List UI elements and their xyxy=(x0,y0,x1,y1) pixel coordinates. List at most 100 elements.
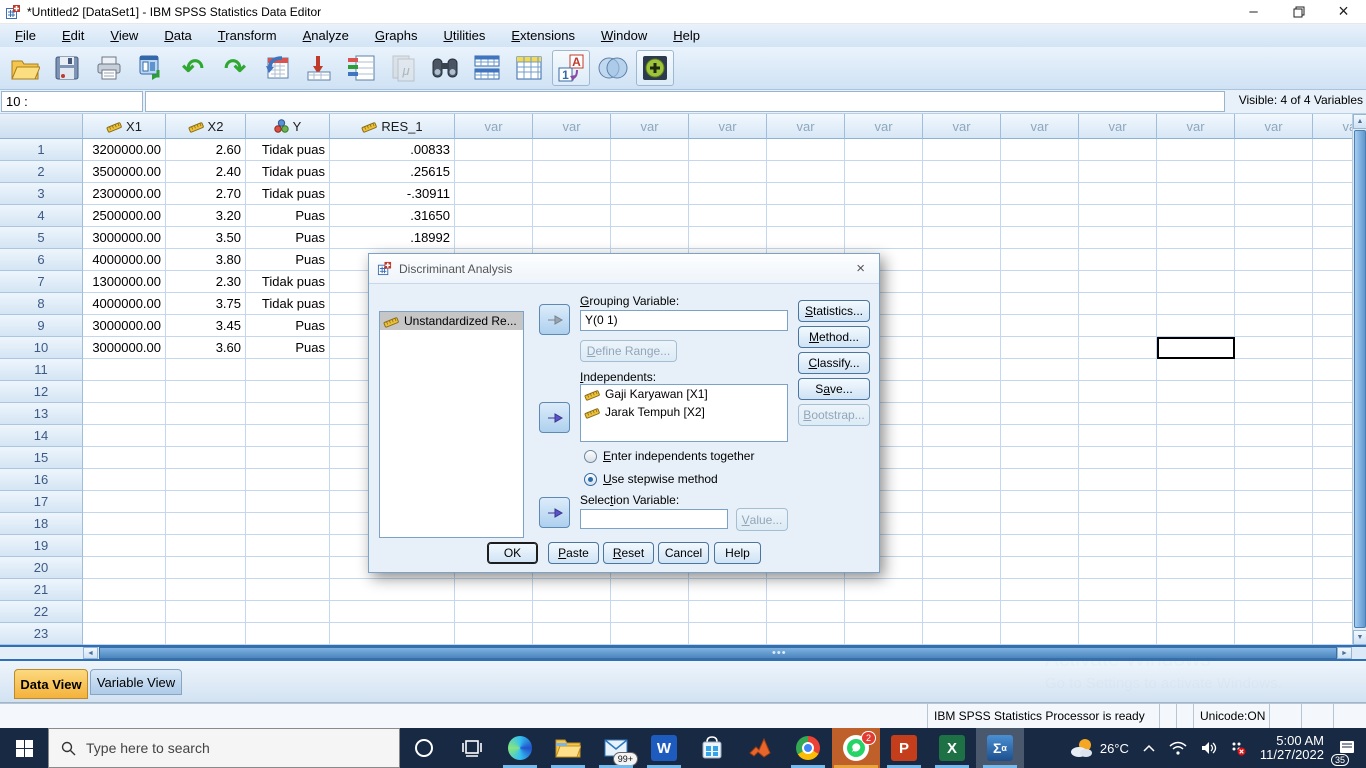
paste-button[interactable]: Paste xyxy=(548,542,599,564)
cell[interactable] xyxy=(1001,403,1079,425)
cell[interactable] xyxy=(246,403,330,425)
independents-list[interactable]: Gaji Karyawan [X1]Jarak Tempuh [X2] xyxy=(580,384,788,442)
cell[interactable] xyxy=(83,425,166,447)
cell[interactable] xyxy=(533,227,611,249)
cell[interactable] xyxy=(83,381,166,403)
cell[interactable] xyxy=(166,601,246,623)
cell[interactable]: .00833 xyxy=(330,139,455,161)
clock[interactable]: 5:00 AM11/27/2022 xyxy=(1253,728,1331,768)
cell[interactable] xyxy=(1079,403,1157,425)
cell[interactable] xyxy=(1079,205,1157,227)
cell[interactable] xyxy=(1157,425,1235,447)
cell[interactable] xyxy=(246,359,330,381)
menu-graphs[interactable]: Graphs xyxy=(362,26,431,45)
cell[interactable] xyxy=(1001,183,1079,205)
cell[interactable] xyxy=(689,139,767,161)
cell[interactable] xyxy=(1235,513,1313,535)
cell[interactable] xyxy=(1235,227,1313,249)
cell[interactable] xyxy=(1001,293,1079,315)
cell[interactable]: 1300000.00 xyxy=(83,271,166,293)
cell[interactable] xyxy=(767,205,845,227)
cell[interactable] xyxy=(767,579,845,601)
redo-icon[interactable]: ↷ xyxy=(216,50,254,86)
row-header[interactable]: 1 xyxy=(0,139,83,161)
cell[interactable] xyxy=(1001,161,1079,183)
move-independents-button[interactable] xyxy=(539,402,570,433)
cell[interactable] xyxy=(611,623,689,645)
cell[interactable] xyxy=(1235,447,1313,469)
cell[interactable] xyxy=(923,623,1001,645)
save-icon[interactable] xyxy=(48,50,86,86)
column-header-var[interactable]: var xyxy=(533,114,611,139)
cell[interactable]: 3.50 xyxy=(166,227,246,249)
cell[interactable]: 3.60 xyxy=(166,337,246,359)
cell[interactable] xyxy=(1235,205,1313,227)
cell[interactable] xyxy=(1157,359,1235,381)
cell[interactable]: 4000000.00 xyxy=(83,293,166,315)
matlab-button[interactable] xyxy=(736,728,784,768)
cell[interactable] xyxy=(1001,469,1079,491)
cell[interactable] xyxy=(1079,315,1157,337)
cell[interactable] xyxy=(1079,381,1157,403)
cell[interactable] xyxy=(246,469,330,491)
cell[interactable] xyxy=(689,183,767,205)
cell[interactable]: 3200000.00 xyxy=(83,139,166,161)
cell[interactable] xyxy=(611,205,689,227)
cell[interactable] xyxy=(767,623,845,645)
cell[interactable] xyxy=(166,557,246,579)
cell[interactable] xyxy=(455,139,533,161)
whatsapp-button[interactable]: 2 xyxy=(832,728,880,768)
minimize-button[interactable]: – xyxy=(1231,0,1276,23)
cell[interactable] xyxy=(923,183,1001,205)
cell[interactable] xyxy=(1157,447,1235,469)
row-header[interactable]: 16 xyxy=(0,469,83,491)
cell[interactable] xyxy=(1001,359,1079,381)
menu-help[interactable]: Help xyxy=(660,26,713,45)
start-button[interactable] xyxy=(0,728,48,768)
cell[interactable] xyxy=(923,535,1001,557)
cell[interactable] xyxy=(1235,601,1313,623)
cell[interactable] xyxy=(533,601,611,623)
cell[interactable] xyxy=(1235,337,1313,359)
cell[interactable] xyxy=(923,579,1001,601)
goto-variable-icon[interactable] xyxy=(300,50,338,86)
cell[interactable] xyxy=(1235,491,1313,513)
cell[interactable] xyxy=(330,601,455,623)
cell[interactable] xyxy=(330,579,455,601)
cell[interactable] xyxy=(83,469,166,491)
cell[interactable] xyxy=(1235,183,1313,205)
cell[interactable] xyxy=(1235,403,1313,425)
cell[interactable] xyxy=(1001,337,1079,359)
cell[interactable] xyxy=(689,579,767,601)
cell[interactable] xyxy=(923,425,1001,447)
statistics-button[interactable]: Statistics... xyxy=(798,300,870,322)
row-header[interactable]: 23 xyxy=(0,623,83,645)
tray-expand-button[interactable] xyxy=(1136,728,1162,768)
cell[interactable]: Puas xyxy=(246,315,330,337)
cell-reference-input[interactable]: 10 : xyxy=(1,91,143,112)
cell[interactable] xyxy=(1157,381,1235,403)
cell[interactable] xyxy=(246,447,330,469)
cell[interactable] xyxy=(1157,205,1235,227)
column-header-var[interactable]: var xyxy=(611,114,689,139)
tab-variable-view[interactable]: Variable View xyxy=(90,669,182,695)
row-header[interactable]: 10 xyxy=(0,337,83,359)
row-header[interactable]: 12 xyxy=(0,381,83,403)
row-header[interactable]: 19 xyxy=(0,535,83,557)
cell[interactable] xyxy=(1079,183,1157,205)
cell[interactable]: 2300000.00 xyxy=(83,183,166,205)
weather-tray-item[interactable]: 26°C xyxy=(1062,728,1136,768)
cell[interactable] xyxy=(845,601,923,623)
row-header[interactable]: 11 xyxy=(0,359,83,381)
cell[interactable] xyxy=(1157,249,1235,271)
column-header-RES_1[interactable]: RES_1 xyxy=(330,114,455,139)
row-header[interactable]: 15 xyxy=(0,447,83,469)
row-header[interactable]: 2 xyxy=(0,161,83,183)
value-labels-icon[interactable]: A1 xyxy=(552,50,590,86)
row-header[interactable]: 3 xyxy=(0,183,83,205)
menu-data[interactable]: Data xyxy=(151,26,204,45)
cell[interactable] xyxy=(923,161,1001,183)
cell[interactable] xyxy=(1079,161,1157,183)
cell[interactable] xyxy=(455,205,533,227)
cell[interactable] xyxy=(1079,557,1157,579)
